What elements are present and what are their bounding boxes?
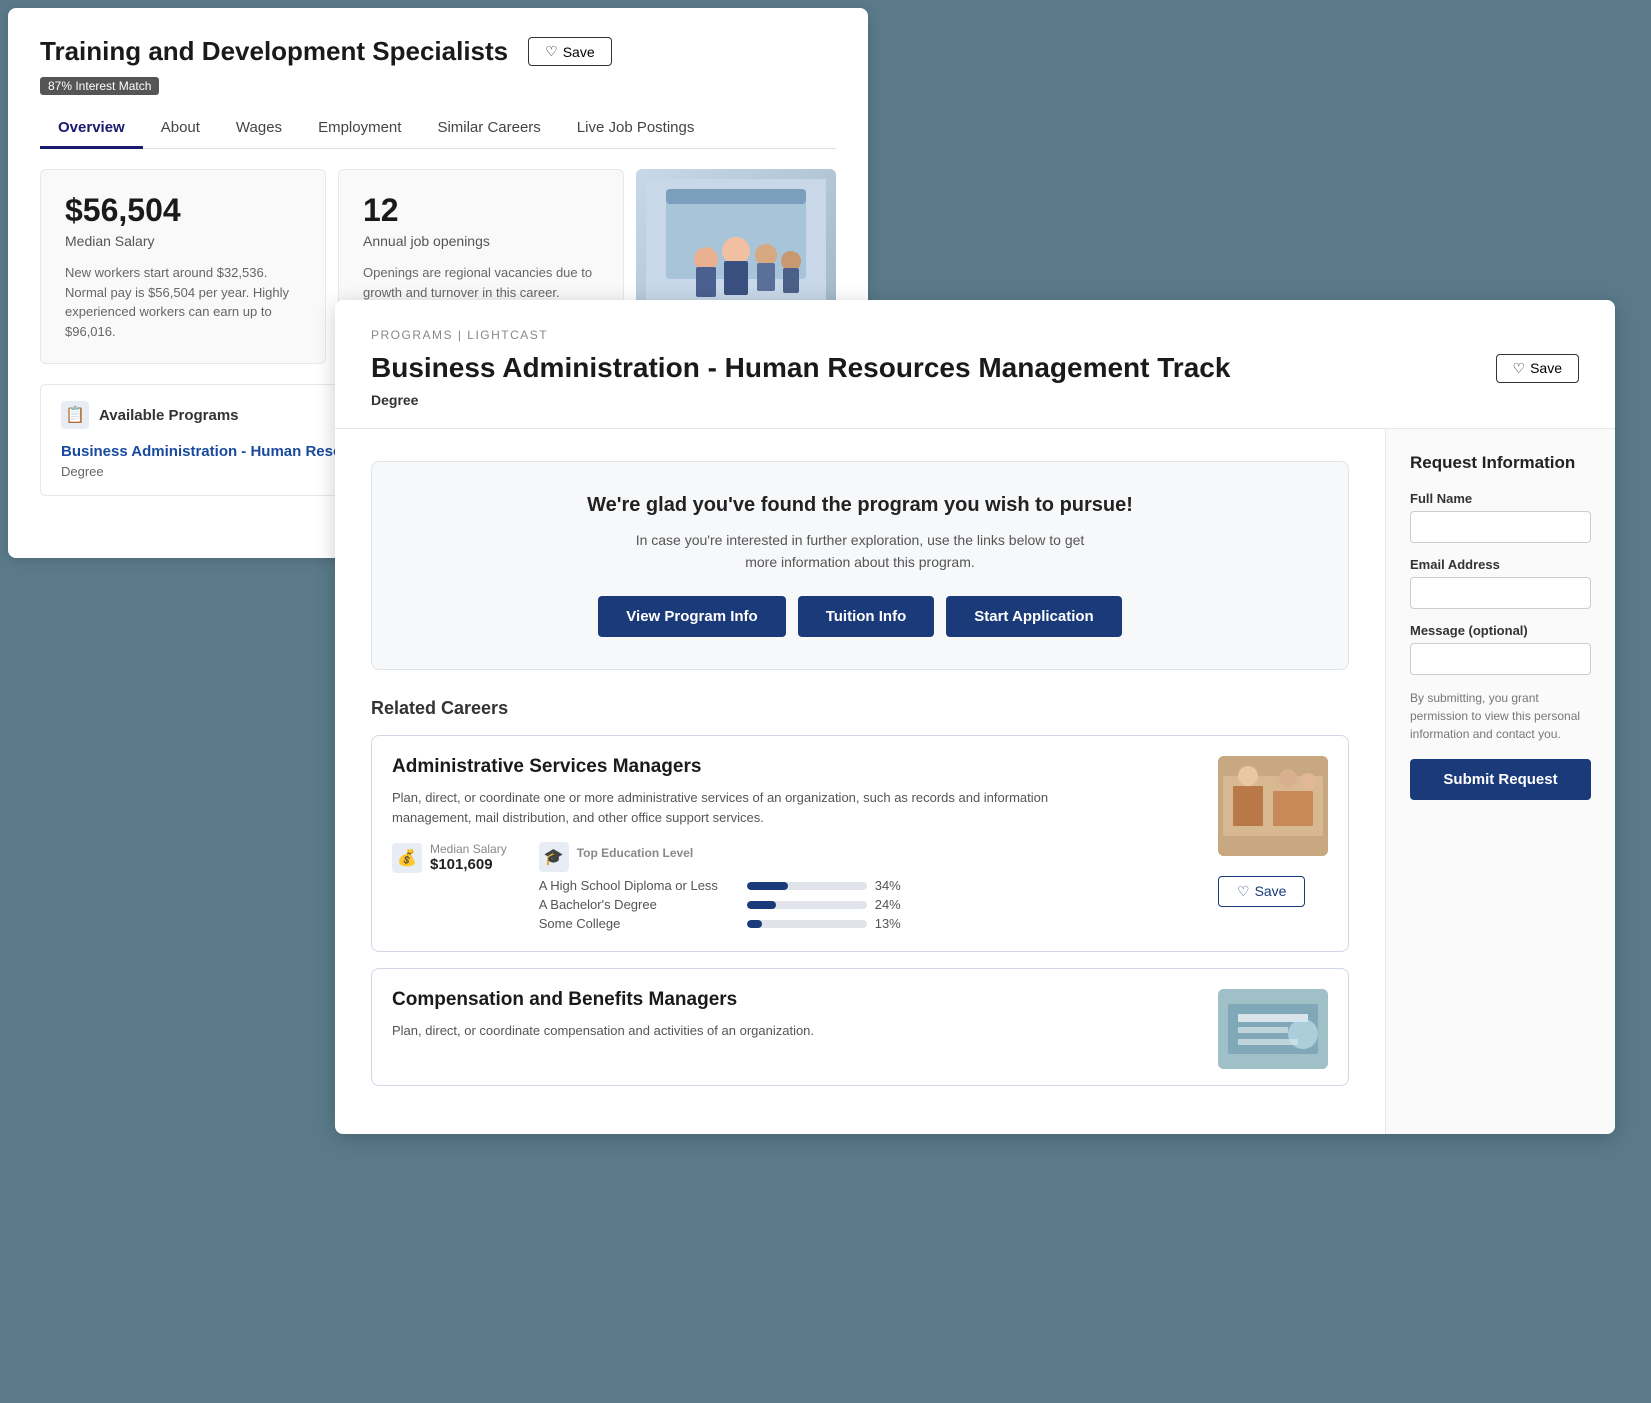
edu-section-1: 🎓 Top Education Level A High School Dipl… (539, 842, 1202, 935)
edu-row-1-3: Some College 13% (539, 916, 1202, 931)
career-2-title: Compensation and Benefits Managers (392, 989, 1202, 1011)
message-label: Message (optional) (1410, 623, 1591, 638)
full-name-input[interactable] (1410, 511, 1591, 543)
edu-bar-wrap-1-3 (747, 920, 867, 928)
career-1-stats: 💰 Median Salary $101,609 🎓 Top Education… (392, 842, 1202, 935)
available-programs-label: Available Programs (99, 407, 239, 424)
program-header: PROGRAMS | LIGHTCAST Business Administra… (335, 300, 1615, 429)
action-buttons: View Program Info Tuition Info Start App… (412, 596, 1308, 637)
career-card-text-1: Administrative Services Managers Plan, d… (392, 756, 1202, 935)
openings-label: Annual job openings (363, 233, 599, 249)
career-card-text-2: Compensation and Benefits Managers Plan,… (392, 989, 1202, 1069)
program-detail-card: PROGRAMS | LIGHTCAST Business Administra… (335, 300, 1615, 1134)
tab-wages[interactable]: Wages (218, 109, 300, 149)
program-save-button[interactable]: ♡ Save (1496, 354, 1579, 383)
career-nav: Overview About Wages Employment Similar … (40, 109, 836, 149)
edu-pct-1-3: 13% (875, 916, 901, 931)
career-card-comp-benefits: Compensation and Benefits Managers Plan,… (371, 968, 1349, 1086)
edu-bar-1-3 (747, 920, 763, 928)
career-1-title: Administrative Services Managers (392, 756, 1202, 778)
career-title: Training and Development Specialists (40, 36, 508, 67)
tab-similar-careers[interactable]: Similar Careers (419, 109, 558, 149)
request-info-title: Request Information (1410, 453, 1591, 473)
submit-note: By submitting, you grant permission to v… (1410, 689, 1591, 743)
openings-description: Openings are regional vacancies due to g… (363, 263, 599, 302)
salary-label: Median Salary (65, 233, 301, 249)
edu-icon-1: 🎓 (539, 842, 569, 872)
program-title: Business Administration - Human Resource… (371, 352, 1230, 384)
salary-group-1: 💰 Median Salary $101,609 (392, 842, 507, 873)
career-save-label: Save (563, 44, 595, 60)
edu-pct-1-2: 24% (875, 897, 901, 912)
edu-bar-wrap-1-2 (747, 901, 867, 909)
career-card-admin-services: Administrative Services Managers Plan, d… (371, 735, 1349, 952)
edu-bar-1-1 (747, 882, 788, 890)
openings-value: 12 (363, 192, 599, 229)
email-label: Email Address (1410, 557, 1591, 572)
email-input[interactable] (1410, 577, 1591, 609)
career-1-description: Plan, direct, or coordinate one or more … (392, 788, 1112, 828)
related-careers-title: Related Careers (371, 698, 1349, 719)
edu-bar-wrap-1-1 (747, 882, 867, 890)
full-name-label: Full Name (1410, 491, 1591, 506)
edu-row-1-2: A Bachelor's Degree 24% (539, 897, 1202, 912)
career-save-button[interactable]: ♡ Save (528, 37, 611, 66)
salary-stat-label-1: Median Salary (430, 842, 507, 856)
message-input[interactable] (1410, 643, 1591, 675)
tab-live-job-postings[interactable]: Live Job Postings (559, 109, 713, 149)
submit-request-button[interactable]: Submit Request (1410, 759, 1591, 800)
edu-title-1: Top Education Level (577, 846, 693, 860)
career-title-row: Training and Development Specialists ♡ S… (40, 36, 836, 67)
edu-pct-1-1: 34% (875, 878, 901, 893)
tab-about[interactable]: About (143, 109, 218, 149)
tab-employment[interactable]: Employment (300, 109, 419, 149)
salary-icon-1: 💰 (392, 843, 422, 873)
tab-overview[interactable]: Overview (40, 109, 143, 149)
glad-description: In case you're interested in further exp… (620, 529, 1100, 574)
edu-row-1-1: A High School Diploma or Less 34% (539, 878, 1202, 893)
career-card-inner-2: Compensation and Benefits Managers Plan,… (392, 989, 1328, 1069)
degree-label: Degree (371, 392, 1579, 408)
request-info-sidebar: Request Information Full Name Email Addr… (1385, 429, 1615, 1134)
program-save-label: Save (1530, 360, 1562, 376)
heart-icon-2: ♡ (1513, 360, 1526, 377)
salary-info-1: Median Salary $101,609 (430, 842, 507, 873)
edu-label-1-3: Some College (539, 916, 739, 931)
programs-icon: 📋 (61, 401, 89, 429)
career-1-save-label: Save (1255, 883, 1287, 899)
program-title-row: Business Administration - Human Resource… (371, 352, 1579, 384)
salary-description: New workers start around $32,536. Normal… (65, 263, 301, 341)
salary-stat-box: $56,504 Median Salary New workers start … (40, 169, 326, 364)
program-body: We're glad you've found the program you … (335, 429, 1615, 1134)
glad-section: We're glad you've found the program you … (371, 461, 1349, 670)
edu-bar-1-2 (747, 901, 776, 909)
career-2-image (1218, 989, 1328, 1069)
edu-label-1-2: A Bachelor's Degree (539, 897, 739, 912)
career-1-save-button[interactable]: ♡ Save (1218, 876, 1305, 907)
edu-label-1-1: A High School Diploma or Less (539, 878, 739, 893)
career-card-inner-1: Administrative Services Managers Plan, d… (392, 756, 1328, 935)
career-illustration (646, 179, 826, 319)
glad-title: We're glad you've found the program you … (412, 494, 1308, 517)
tuition-info-button[interactable]: Tuition Info (798, 596, 935, 637)
program-main: We're glad you've found the program you … (335, 429, 1385, 1134)
heart-icon: ♡ (545, 43, 558, 60)
salary-value: $56,504 (65, 192, 301, 229)
programs-breadcrumb: PROGRAMS | LIGHTCAST (371, 328, 1579, 342)
view-program-info-button[interactable]: View Program Info (598, 596, 785, 637)
interest-match-badge: 87% Interest Match (40, 77, 159, 95)
comp-benefits-illustration (1218, 989, 1328, 1069)
admin-services-illustration (1218, 756, 1328, 856)
start-application-button[interactable]: Start Application (946, 596, 1121, 637)
career-1-image (1218, 756, 1328, 856)
salary-stat-value-1: $101,609 (430, 856, 507, 873)
career-2-description: Plan, direct, or coordinate compensation… (392, 1021, 1112, 1041)
heart-icon-3: ♡ (1237, 883, 1250, 900)
edu-group-1: 🎓 Top Education Level (539, 842, 1202, 872)
